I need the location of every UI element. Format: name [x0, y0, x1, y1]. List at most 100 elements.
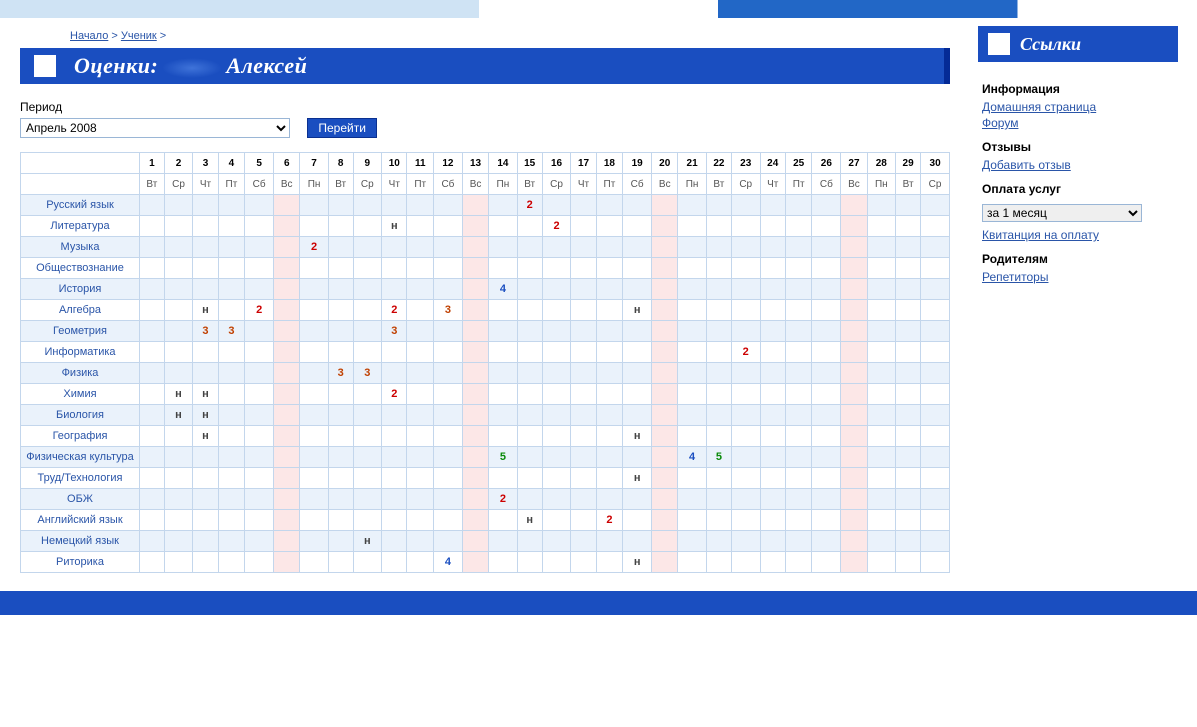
- grade-cell[interactable]: [760, 531, 785, 552]
- grade-cell[interactable]: [921, 321, 950, 342]
- grade-cell[interactable]: [623, 258, 652, 279]
- grade-cell[interactable]: [328, 216, 353, 237]
- grade-cell[interactable]: [623, 321, 652, 342]
- grade-cell[interactable]: [353, 258, 382, 279]
- grade-cell[interactable]: [382, 426, 407, 447]
- grade-cell[interactable]: [596, 321, 622, 342]
- grade-cell[interactable]: [841, 489, 867, 510]
- grade-cell[interactable]: [140, 510, 165, 531]
- grade-cell[interactable]: [841, 531, 867, 552]
- grade-cell[interactable]: [328, 468, 353, 489]
- grade-cell[interactable]: [274, 447, 300, 468]
- go-button[interactable]: Перейти: [307, 118, 377, 138]
- grade-cell[interactable]: [542, 321, 571, 342]
- grade-cell[interactable]: [706, 237, 731, 258]
- grade-cell[interactable]: [274, 405, 300, 426]
- grade-cell[interactable]: [678, 405, 706, 426]
- grade-cell[interactable]: [245, 510, 274, 531]
- grade-cell[interactable]: [542, 195, 571, 216]
- grade-cell[interactable]: [140, 447, 165, 468]
- grade-cell[interactable]: [731, 216, 760, 237]
- grade-cell[interactable]: [760, 552, 785, 573]
- grade-cell[interactable]: [623, 531, 652, 552]
- grade-cell[interactable]: [596, 552, 622, 573]
- grade-cell[interactable]: [571, 300, 596, 321]
- grade-cell[interactable]: [896, 405, 921, 426]
- grade-cell[interactable]: [706, 468, 731, 489]
- grade-cell[interactable]: [731, 405, 760, 426]
- grade-cell[interactable]: [841, 279, 867, 300]
- grade-cell[interactable]: [245, 237, 274, 258]
- grade-cell[interactable]: [841, 468, 867, 489]
- grade-cell[interactable]: [517, 321, 542, 342]
- grade-cell[interactable]: [921, 216, 950, 237]
- grade-cell[interactable]: [571, 384, 596, 405]
- grade-cell[interactable]: [706, 552, 731, 573]
- grade-cell[interactable]: [841, 216, 867, 237]
- grade-cell[interactable]: [571, 342, 596, 363]
- grade-cell[interactable]: [760, 384, 785, 405]
- grade-cell[interactable]: [407, 258, 433, 279]
- grade-cell[interactable]: [596, 258, 622, 279]
- grade-cell[interactable]: [218, 531, 244, 552]
- grade-cell[interactable]: [841, 405, 867, 426]
- grade-cell[interactable]: [140, 258, 165, 279]
- grade-cell[interactable]: [433, 363, 462, 384]
- grade-cell[interactable]: [542, 489, 571, 510]
- grade-cell[interactable]: н: [193, 426, 218, 447]
- grade-cell[interactable]: [706, 489, 731, 510]
- grade-cell[interactable]: 2: [300, 237, 328, 258]
- grade-cell[interactable]: [300, 510, 328, 531]
- grade-cell[interactable]: [678, 489, 706, 510]
- grade-cell[interactable]: [353, 279, 382, 300]
- grade-cell[interactable]: [652, 216, 678, 237]
- grade-cell[interactable]: [140, 237, 165, 258]
- grade-cell[interactable]: [489, 468, 517, 489]
- grade-cell[interactable]: н: [193, 300, 218, 321]
- grade-cell[interactable]: [812, 531, 841, 552]
- grade-cell[interactable]: [731, 195, 760, 216]
- grade-cell[interactable]: [896, 300, 921, 321]
- grade-cell[interactable]: [812, 321, 841, 342]
- grade-cell[interactable]: [433, 489, 462, 510]
- grade-cell[interactable]: [812, 237, 841, 258]
- grade-cell[interactable]: [164, 531, 193, 552]
- grade-cell[interactable]: [433, 237, 462, 258]
- grade-cell[interactable]: [245, 342, 274, 363]
- grade-cell[interactable]: [652, 363, 678, 384]
- grade-cell[interactable]: [164, 258, 193, 279]
- grade-cell[interactable]: [407, 237, 433, 258]
- grade-cell[interactable]: [731, 510, 760, 531]
- grade-cell[interactable]: [462, 510, 488, 531]
- grade-cell[interactable]: [300, 363, 328, 384]
- grade-cell[interactable]: [164, 300, 193, 321]
- grade-cell[interactable]: [462, 531, 488, 552]
- grade-cell[interactable]: [193, 342, 218, 363]
- grade-cell[interactable]: [433, 321, 462, 342]
- grade-cell[interactable]: [921, 552, 950, 573]
- grade-cell[interactable]: [867, 216, 895, 237]
- grade-cell[interactable]: [140, 531, 165, 552]
- grade-cell[interactable]: [489, 258, 517, 279]
- grade-cell[interactable]: [218, 384, 244, 405]
- grade-cell[interactable]: [353, 321, 382, 342]
- grade-cell[interactable]: [542, 258, 571, 279]
- grade-cell[interactable]: [596, 384, 622, 405]
- grade-cell[interactable]: [245, 468, 274, 489]
- grade-cell[interactable]: [921, 342, 950, 363]
- grade-cell[interactable]: [462, 447, 488, 468]
- grade-cell[interactable]: [596, 405, 622, 426]
- grade-cell[interactable]: [896, 510, 921, 531]
- grade-cell[interactable]: [896, 384, 921, 405]
- grade-cell[interactable]: [245, 447, 274, 468]
- grade-cell[interactable]: [571, 531, 596, 552]
- grade-cell[interactable]: [274, 300, 300, 321]
- grade-cell[interactable]: [785, 237, 811, 258]
- grade-cell[interactable]: [300, 216, 328, 237]
- grade-cell[interactable]: 4: [678, 447, 706, 468]
- grade-cell[interactable]: [812, 510, 841, 531]
- grade-cell[interactable]: [652, 552, 678, 573]
- grade-cell[interactable]: 3: [353, 363, 382, 384]
- grade-cell[interactable]: [489, 342, 517, 363]
- grade-cell[interactable]: [245, 552, 274, 573]
